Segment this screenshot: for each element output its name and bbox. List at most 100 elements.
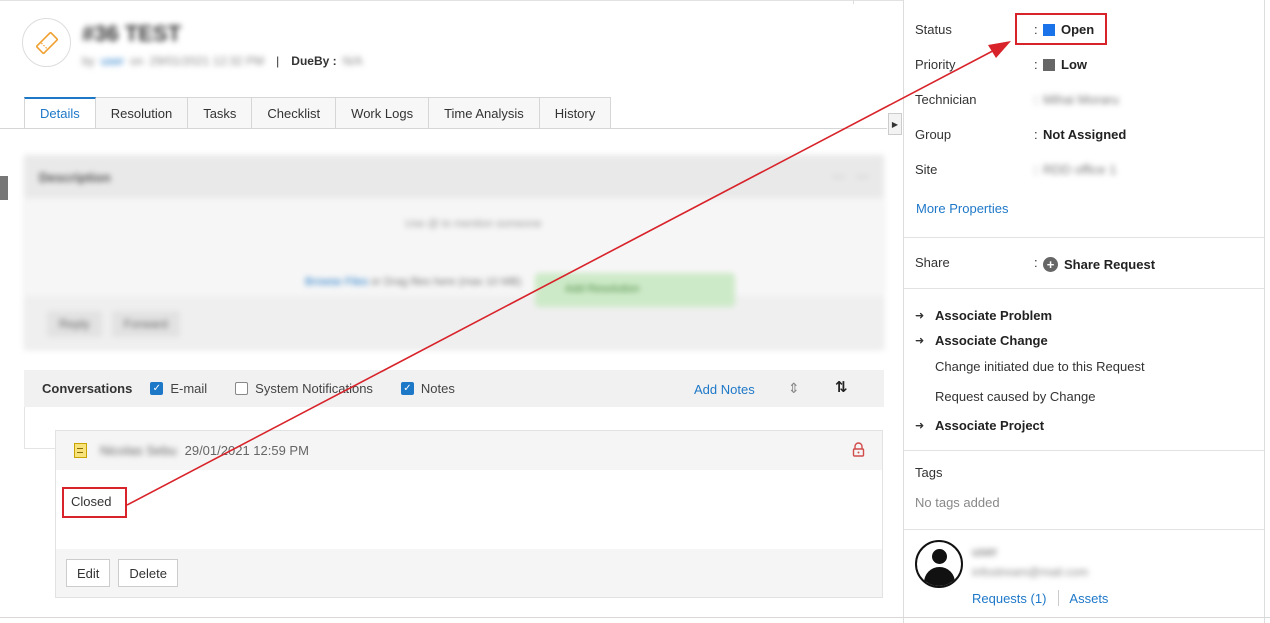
associate-project[interactable]: ➜ Associate Project <box>915 418 1044 433</box>
note-footer: Edit Delete <box>56 549 882 597</box>
tab-resolution[interactable]: Resolution <box>95 97 189 129</box>
note-card: Nicolas Sebu 29/01/2021 12:59 PM Closed … <box>55 430 883 598</box>
tab-tasks[interactable]: Tasks <box>188 97 253 129</box>
request-details-page: #36 TEST by user on 29/01/2021 12:32 PM … <box>0 0 1270 623</box>
assets-link[interactable]: Assets <box>1069 591 1108 606</box>
lock-icon <box>852 442 865 460</box>
prop-site-label: Site <box>915 162 938 177</box>
sort-order-icon[interactable]: ⇅ <box>835 378 848 396</box>
green-action-button[interactable]: Add Resolution <box>535 273 735 307</box>
note-author[interactable]: Nicolas Sebu <box>100 443 177 458</box>
meta-separator: | <box>276 54 280 68</box>
avatar[interactable] <box>915 540 963 588</box>
priority-value[interactable]: Low <box>1043 57 1087 72</box>
filter-email[interactable]: ✓ E-mail <box>150 381 207 396</box>
tab-underline <box>0 128 887 129</box>
tags-empty-text: No tags added <box>915 495 1000 510</box>
request-meta: by user on 29/01/2021 12:32 PM | DueBy :… <box>82 54 363 68</box>
dueby-value: N/A <box>342 54 363 68</box>
arrow-right-icon: ➜ <box>915 310 925 322</box>
filter-system-notifications-label: System Notifications <box>255 381 373 396</box>
divider <box>904 237 1264 238</box>
requester-email: infostream@mail.com <box>972 565 1089 579</box>
attach-hint: or Drag files here (max 10 MB) <box>371 276 522 288</box>
associate-change[interactable]: ➜ Associate Change <box>915 333 1048 348</box>
tab-checklist[interactable]: Checklist <box>252 97 337 129</box>
caret-right-icon: ▶ <box>891 119 899 129</box>
tab-work-logs[interactable]: Work Logs <box>336 97 430 129</box>
colon: : <box>1034 92 1038 107</box>
colon: : <box>1034 57 1038 72</box>
editor-footer: Reply Forward <box>25 296 883 351</box>
associate-change-label: Associate Change <box>935 333 1048 348</box>
requester-links: Requests (1) Assets <box>972 590 1108 606</box>
dueby-label: DueBy : <box>291 54 337 68</box>
bottom-border <box>0 617 1270 618</box>
arrow-right-icon: ➜ <box>915 420 925 432</box>
left-panel-handle[interactable] <box>0 176 8 200</box>
note-body: Closed <box>71 494 112 509</box>
prop-priority-label: Priority <box>915 57 956 72</box>
divider <box>904 450 1264 451</box>
delete-note-button[interactable]: Delete <box>118 559 178 587</box>
created-by-user-link[interactable]: user <box>101 54 124 68</box>
reply-editor: Description ⋯ ⋯ Use @ to mention someone… <box>24 155 884 350</box>
forward-button[interactable]: Forward <box>111 310 180 337</box>
filter-notes-label: Notes <box>420 381 455 396</box>
conversations-toolbar: Conversations ✓ E-mail System Notificati… <box>24 370 884 407</box>
change-initiated-link[interactable]: Change initiated due to this Request <box>935 359 1145 374</box>
checkbox-checked-icon[interactable]: ✓ <box>400 382 414 395</box>
group-value[interactable]: Not Assigned <box>1043 127 1126 142</box>
editor-tools-icon[interactable]: ⋯ ⋯ <box>832 169 869 185</box>
note-icon <box>74 443 87 458</box>
tab-details[interactable]: Details <box>24 97 96 129</box>
green-action-label: Add Resolution <box>565 283 640 295</box>
more-properties-link[interactable]: More Properties <box>916 201 1008 216</box>
colon: : <box>1034 127 1038 142</box>
prop-site: Site : RDD office 1 <box>915 162 1116 177</box>
share-row: Share : + Share Request <box>915 253 1155 272</box>
share-request-button[interactable]: + Share Request <box>1043 257 1155 272</box>
tab-time-analysis[interactable]: Time Analysis <box>429 97 540 129</box>
checkbox-unchecked-icon[interactable] <box>235 382 249 395</box>
colon: : <box>1034 162 1038 177</box>
created-by-prefix: by <box>82 54 95 68</box>
request-caused-link[interactable]: Request caused by Change <box>935 389 1095 404</box>
prop-technician: Technician : Mihai Moraru <box>915 92 1119 107</box>
sort-updown-icon[interactable]: ⇕ <box>788 380 800 397</box>
add-notes-link[interactable]: Add Notes <box>694 382 755 397</box>
link-divider <box>1058 590 1060 606</box>
ticket-icon <box>22 18 71 67</box>
associate-problem-label: Associate Problem <box>935 308 1053 323</box>
filter-system-notifications[interactable]: System Notifications <box>235 381 373 396</box>
browse-files-link[interactable]: Browse Files <box>305 276 368 288</box>
colon: : <box>1034 255 1038 270</box>
requester-name[interactable]: user <box>972 544 997 559</box>
technician-value[interactable]: Mihai Moraru <box>1043 92 1119 107</box>
collapse-right-panel-button[interactable]: ▶ <box>888 113 902 135</box>
properties-panel: Status : Open Priority : Low Technician … <box>903 0 1265 623</box>
request-main-panel: #36 TEST by user on 29/01/2021 12:32 PM … <box>0 0 903 623</box>
editor-heading: Description <box>39 169 111 185</box>
checkbox-checked-icon[interactable]: ✓ <box>150 382 164 395</box>
editor-placeholder: Use @ to mention someone <box>405 218 542 230</box>
site-value[interactable]: RDD office 1 <box>1043 162 1116 177</box>
priority-value-text: Low <box>1061 57 1087 72</box>
created-on-prefix: on <box>130 54 144 68</box>
prop-group: Group : Not Assigned <box>915 127 1126 142</box>
editor-body[interactable]: Use @ to mention someone Browse Files or… <box>25 198 883 307</box>
associate-project-label: Associate Project <box>935 418 1045 433</box>
annotation-box-closed <box>62 487 127 518</box>
filter-notes[interactable]: ✓ Notes <box>400 381 455 396</box>
attach-files-area[interactable]: Browse Files or Drag files here (max 10 … <box>305 276 521 288</box>
request-tabs: Details Resolution Tasks Checklist Work … <box>24 97 612 129</box>
edit-note-button[interactable]: Edit <box>66 559 111 587</box>
avatar-head <box>932 549 947 564</box>
tab-history[interactable]: History <box>539 97 612 129</box>
requests-link[interactable]: Requests (1) <box>972 591 1046 606</box>
divider <box>904 288 1264 289</box>
prop-technician-label: Technician <box>915 92 977 107</box>
associate-problem[interactable]: ➜ Associate Problem <box>915 308 1052 323</box>
reply-button[interactable]: Reply <box>47 310 102 337</box>
plus-circle-icon: + <box>1043 257 1058 272</box>
